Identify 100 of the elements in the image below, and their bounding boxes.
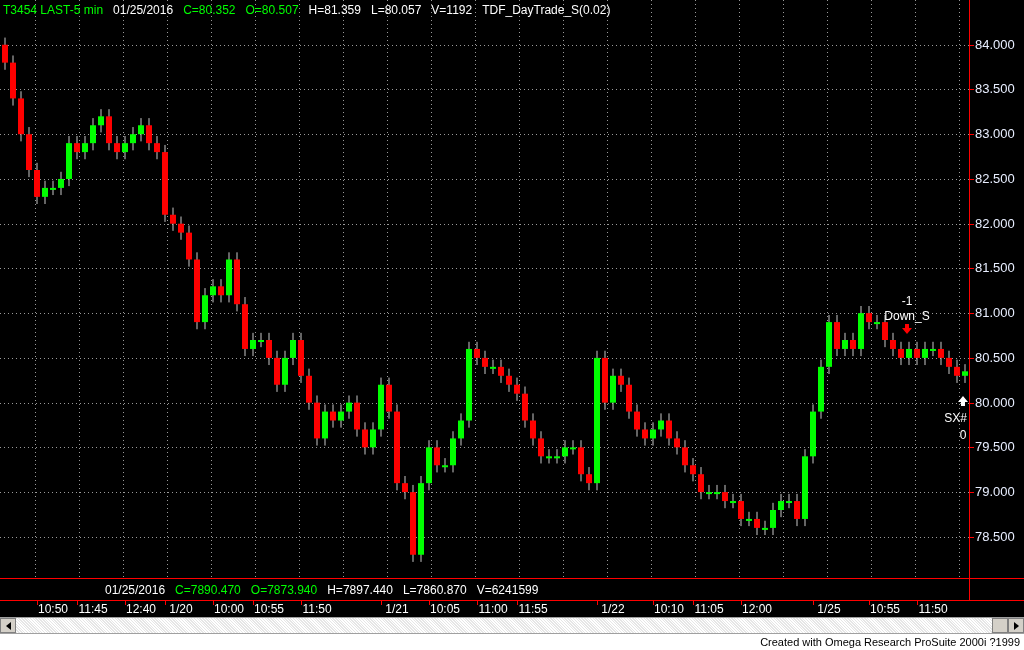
candlestick bbox=[922, 341, 928, 366]
signal-label: -1 bbox=[901, 294, 913, 308]
candlestick bbox=[522, 386, 528, 429]
candlestick bbox=[250, 332, 256, 357]
scrollbar-thumb[interactable] bbox=[992, 618, 1008, 633]
candlestick bbox=[810, 403, 816, 464]
candlestick bbox=[170, 207, 176, 232]
candlestick bbox=[58, 171, 64, 196]
candlestick bbox=[570, 439, 576, 456]
candlestick bbox=[338, 403, 344, 429]
candlestick bbox=[690, 457, 696, 482]
candlestick bbox=[730, 493, 736, 509]
time-label: 11:45 bbox=[78, 603, 108, 616]
quote-text: 01/25/2016 bbox=[105, 582, 166, 597]
candlestick bbox=[282, 350, 288, 393]
candlestick bbox=[530, 412, 536, 447]
quote-text: H=7897.440 bbox=[327, 582, 393, 597]
price-label: 81.500 bbox=[975, 261, 1015, 276]
candlestick bbox=[546, 448, 552, 464]
time-label: 10:50 bbox=[38, 603, 68, 616]
candlestick bbox=[450, 430, 456, 473]
candlestick bbox=[42, 180, 48, 205]
candlestick bbox=[666, 412, 672, 447]
candlestick bbox=[122, 135, 128, 160]
candlestick bbox=[962, 363, 968, 384]
scroll-right-button[interactable] bbox=[1008, 618, 1024, 633]
candlestick bbox=[898, 341, 904, 366]
candlestick bbox=[354, 394, 360, 438]
price-label: 82.500 bbox=[975, 171, 1015, 186]
candlestick bbox=[426, 439, 432, 491]
candlestick bbox=[514, 377, 520, 402]
time-label: 1/25 bbox=[817, 603, 841, 616]
candlestick bbox=[714, 484, 720, 500]
quote-text: V=1192 bbox=[431, 3, 473, 17]
time-label: 12:00 bbox=[742, 603, 772, 616]
quote-text: V=6241599 bbox=[476, 582, 539, 597]
scroll-left-button[interactable] bbox=[0, 618, 16, 633]
price-label: 84.000 bbox=[975, 37, 1015, 52]
candlestick bbox=[746, 511, 752, 527]
candlestick bbox=[26, 126, 32, 178]
candlestick bbox=[754, 511, 760, 536]
time-label: 10:55 bbox=[870, 603, 900, 616]
quote-text: O=7873.940 bbox=[250, 582, 318, 597]
quote-text: L=7860.870 bbox=[402, 582, 467, 597]
price-label: 80.500 bbox=[975, 350, 1015, 365]
candlestick bbox=[706, 484, 712, 500]
candlestick bbox=[98, 108, 104, 133]
candlestick bbox=[378, 377, 384, 438]
candlestick bbox=[370, 421, 376, 456]
quote-text: T3454 LAST-5 min bbox=[3, 3, 104, 17]
time-label: 11:55 bbox=[518, 603, 548, 616]
candlestick bbox=[474, 341, 480, 366]
price-label: 83.000 bbox=[975, 127, 1015, 142]
time-label: 1/20 bbox=[169, 603, 193, 616]
time-label: 1/22 bbox=[601, 603, 625, 616]
candlestick bbox=[314, 394, 320, 447]
candlestick bbox=[554, 448, 560, 464]
candlestick bbox=[66, 135, 72, 187]
candlestick bbox=[266, 332, 272, 366]
time-label: 11:00 bbox=[478, 603, 508, 616]
candlestick bbox=[130, 126, 136, 151]
candlestick bbox=[914, 341, 920, 366]
candlestick bbox=[218, 278, 224, 303]
candlestick bbox=[482, 350, 488, 375]
candlestick bbox=[938, 341, 944, 366]
candlestick bbox=[290, 332, 296, 366]
candlestick bbox=[930, 341, 936, 357]
candlestick bbox=[10, 54, 16, 107]
signal-label: SX# bbox=[944, 411, 967, 425]
price-label: 81.000 bbox=[975, 306, 1015, 321]
candlestick bbox=[106, 108, 112, 151]
candlestick bbox=[770, 502, 776, 536]
time-label: 11:05 bbox=[694, 603, 724, 616]
candlestick bbox=[50, 180, 56, 196]
candlestick bbox=[842, 332, 848, 357]
candlestick bbox=[794, 493, 800, 527]
quote-text: 01/25/2016 bbox=[113, 3, 174, 17]
candlestick bbox=[946, 350, 952, 375]
candlestick bbox=[138, 117, 144, 142]
candlestick bbox=[674, 430, 680, 456]
time-label: 10:05 bbox=[430, 603, 460, 616]
price-label: 78.500 bbox=[975, 529, 1015, 544]
candlestick bbox=[850, 332, 856, 357]
price-label: 82.000 bbox=[975, 216, 1015, 231]
time-label: 11:50 bbox=[918, 603, 948, 616]
candlestick bbox=[362, 421, 368, 456]
candlestick bbox=[18, 90, 24, 142]
candlestick bbox=[858, 305, 864, 357]
candlestick bbox=[738, 493, 744, 527]
candlestick bbox=[618, 368, 624, 393]
candlestick bbox=[402, 475, 408, 500]
left-arrow-icon bbox=[5, 621, 11, 630]
candlestick bbox=[602, 350, 608, 411]
signal-label: Down_S bbox=[884, 309, 930, 323]
quote-text: L=80.057 bbox=[370, 3, 422, 17]
candlestick bbox=[442, 457, 448, 473]
candlestick bbox=[634, 403, 640, 438]
quote-text: C=7890.470 bbox=[175, 582, 241, 597]
candlestick bbox=[826, 314, 832, 375]
candlestick bbox=[658, 412, 664, 438]
